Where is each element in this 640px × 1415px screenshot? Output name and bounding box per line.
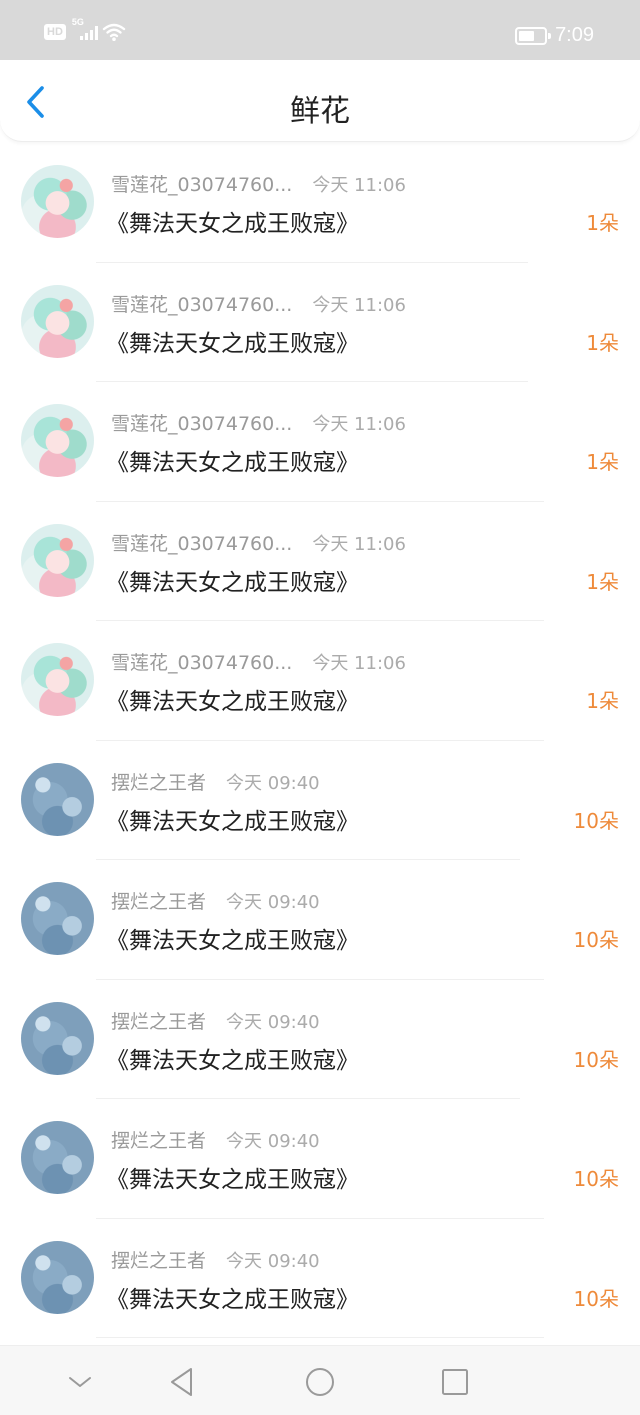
home-circle-icon: [306, 1368, 334, 1396]
avatar[interactable]: [21, 404, 94, 477]
collapse-button[interactable]: [62, 1364, 98, 1400]
meta-line: 摆烂之王者 今天 09:40: [111, 768, 320, 795]
flower-count: 1朵: [586, 450, 619, 474]
timestamp: 今天 09:40: [226, 1250, 320, 1272]
list-item[interactable]: 摆烂之王者 今天 09:40 《舞法天女之成王败寇》 10朵: [0, 741, 640, 860]
meta-line: 摆烂之王者 今天 09:40: [111, 1007, 320, 1034]
list-item[interactable]: 摆烂之王者 今天 09:40 《舞法天女之成王败寇》 10朵: [0, 980, 640, 1099]
user-name[interactable]: 摆烂之王者: [111, 1126, 206, 1153]
avatar[interactable]: [21, 1121, 94, 1194]
user-name[interactable]: 摆烂之王者: [111, 1007, 206, 1034]
hd-badge: HD: [44, 24, 66, 40]
user-name[interactable]: 雪莲花_03074760...: [111, 648, 292, 675]
avatar[interactable]: [21, 643, 94, 716]
timestamp: 今天 11:06: [312, 294, 406, 316]
meta-line: 雪莲花_03074760... 今天 11:06: [111, 648, 406, 675]
wifi-icon: [102, 23, 126, 41]
avatar[interactable]: [21, 165, 94, 238]
work-title[interactable]: 《舞法天女之成王败寇》: [106, 921, 359, 955]
back-nav-button[interactable]: [164, 1364, 200, 1400]
flower-count: 10朵: [573, 928, 619, 952]
avatar[interactable]: [21, 762, 94, 836]
flower-count: 1朵: [586, 689, 619, 713]
user-name[interactable]: 雪莲花_03074760...: [111, 409, 292, 436]
page-header: 鲜花: [0, 60, 640, 142]
work-title[interactable]: 《舞法天女之成王败寇》: [106, 563, 359, 597]
flower-count: 1朵: [586, 330, 619, 355]
user-name[interactable]: 摆烂之王者: [111, 1246, 206, 1273]
meta-line: 摆烂之王者 今天 09:40: [111, 1246, 320, 1273]
flower-count: 10朵: [573, 1047, 619, 1072]
status-time: 7:09: [555, 24, 594, 46]
work-title[interactable]: 《舞法天女之成王败寇》: [106, 443, 359, 477]
flower-list: 雪莲花_03074760... 今天 11:06 《舞法天女之成王败寇》 1朵 雪莲花_…: [0, 143, 640, 1338]
list-item[interactable]: 雪莲花_03074760... 今天 11:06 《舞法天女之成王败寇》 1朵: [0, 263, 640, 382]
status-bar: HD 5G 7:09: [0, 0, 640, 60]
list-item[interactable]: 摆烂之王者 今天 09:40 《舞法天女之成王败寇》 10朵: [0, 860, 640, 980]
user-name[interactable]: 雪莲花_03074760...: [111, 290, 292, 317]
recent-square-icon: [442, 1369, 468, 1395]
recents-nav-button[interactable]: [437, 1364, 473, 1400]
timestamp: 今天 11:06: [312, 414, 406, 435]
avatar[interactable]: [21, 523, 94, 597]
avatar[interactable]: [21, 1001, 94, 1075]
work-title[interactable]: 《舞法天女之成王败寇》: [106, 1041, 359, 1075]
timestamp: 今天 09:40: [226, 1011, 320, 1033]
timestamp: 今天 09:40: [226, 772, 320, 794]
list-item[interactable]: 摆烂之王者 今天 09:40 《舞法天女之成王败寇》 10朵: [0, 1219, 640, 1338]
work-title[interactable]: 《舞法天女之成王败寇》: [106, 802, 359, 836]
chevron-down-icon: [69, 1377, 91, 1387]
work-title[interactable]: 《舞法天女之成王败寇》: [106, 682, 359, 716]
home-nav-button[interactable]: [302, 1364, 338, 1400]
list-item[interactable]: 摆烂之王者 今天 09:40 《舞法天女之成王败寇》 10朵: [0, 1099, 640, 1219]
meta-line: 雪莲花_03074760... 今天 11:06: [111, 409, 406, 436]
list-item[interactable]: 雪莲花_03074760... 今天 11:06 《舞法天女之成王败寇》 1朵: [0, 502, 640, 621]
avatar[interactable]: [21, 284, 94, 358]
meta-line: 摆烂之王者 今天 09:40: [111, 887, 320, 914]
back-triangle-icon: [171, 1368, 192, 1396]
work-title[interactable]: 《舞法天女之成王败寇》: [106, 1160, 359, 1194]
work-title[interactable]: 《舞法天女之成王败寇》: [106, 204, 359, 238]
work-title[interactable]: 《舞法天女之成王败寇》: [106, 324, 359, 358]
flower-count: 10朵: [573, 1167, 619, 1191]
battery-icon: [515, 26, 552, 45]
timestamp: 今天 09:40: [226, 1131, 320, 1152]
flower-count: 1朵: [586, 569, 619, 594]
page-title: 鲜花: [290, 94, 350, 129]
meta-line: 摆烂之王者 今天 09:40: [111, 1126, 320, 1153]
timestamp: 今天 11:06: [312, 175, 406, 196]
status-right: 7:09: [515, 24, 594, 47]
flower-count: 10朵: [573, 1286, 619, 1311]
list-item[interactable]: 雪莲花_03074760... 今天 11:06 《舞法天女之成王败寇》 1朵: [0, 382, 640, 502]
meta-line: 雪莲花_03074760... 今天 11:06: [111, 529, 406, 556]
list-item[interactable]: 雪莲花_03074760... 今天 11:06 《舞法天女之成王败寇》 1朵: [0, 621, 640, 741]
user-name[interactable]: 雪莲花_03074760...: [111, 529, 292, 556]
flower-count: 10朵: [573, 808, 619, 833]
meta-line: 雪莲花_03074760... 今天 11:06: [111, 290, 406, 317]
meta-line: 雪莲花_03074760... 今天 11:06: [111, 170, 406, 197]
timestamp: 今天 11:06: [312, 533, 406, 555]
status-left: HD 5G: [44, 17, 126, 42]
work-title[interactable]: 《舞法天女之成王败寇》: [106, 1280, 359, 1314]
timestamp: 今天 09:40: [226, 892, 320, 913]
signal-icon: 5G: [72, 17, 98, 42]
user-name[interactable]: 摆烂之王者: [111, 768, 206, 795]
divider: [96, 1337, 544, 1338]
user-name[interactable]: 摆烂之王者: [111, 887, 206, 914]
avatar[interactable]: [21, 1240, 94, 1314]
system-nav-bar: [0, 1345, 640, 1415]
list-item[interactable]: 雪莲花_03074760... 今天 11:06 《舞法天女之成王败寇》 1朵: [0, 143, 640, 263]
user-name[interactable]: 雪莲花_03074760...: [111, 170, 292, 197]
avatar[interactable]: [21, 882, 94, 955]
timestamp: 今天 11:06: [312, 653, 406, 674]
flower-count: 1朵: [586, 211, 619, 235]
